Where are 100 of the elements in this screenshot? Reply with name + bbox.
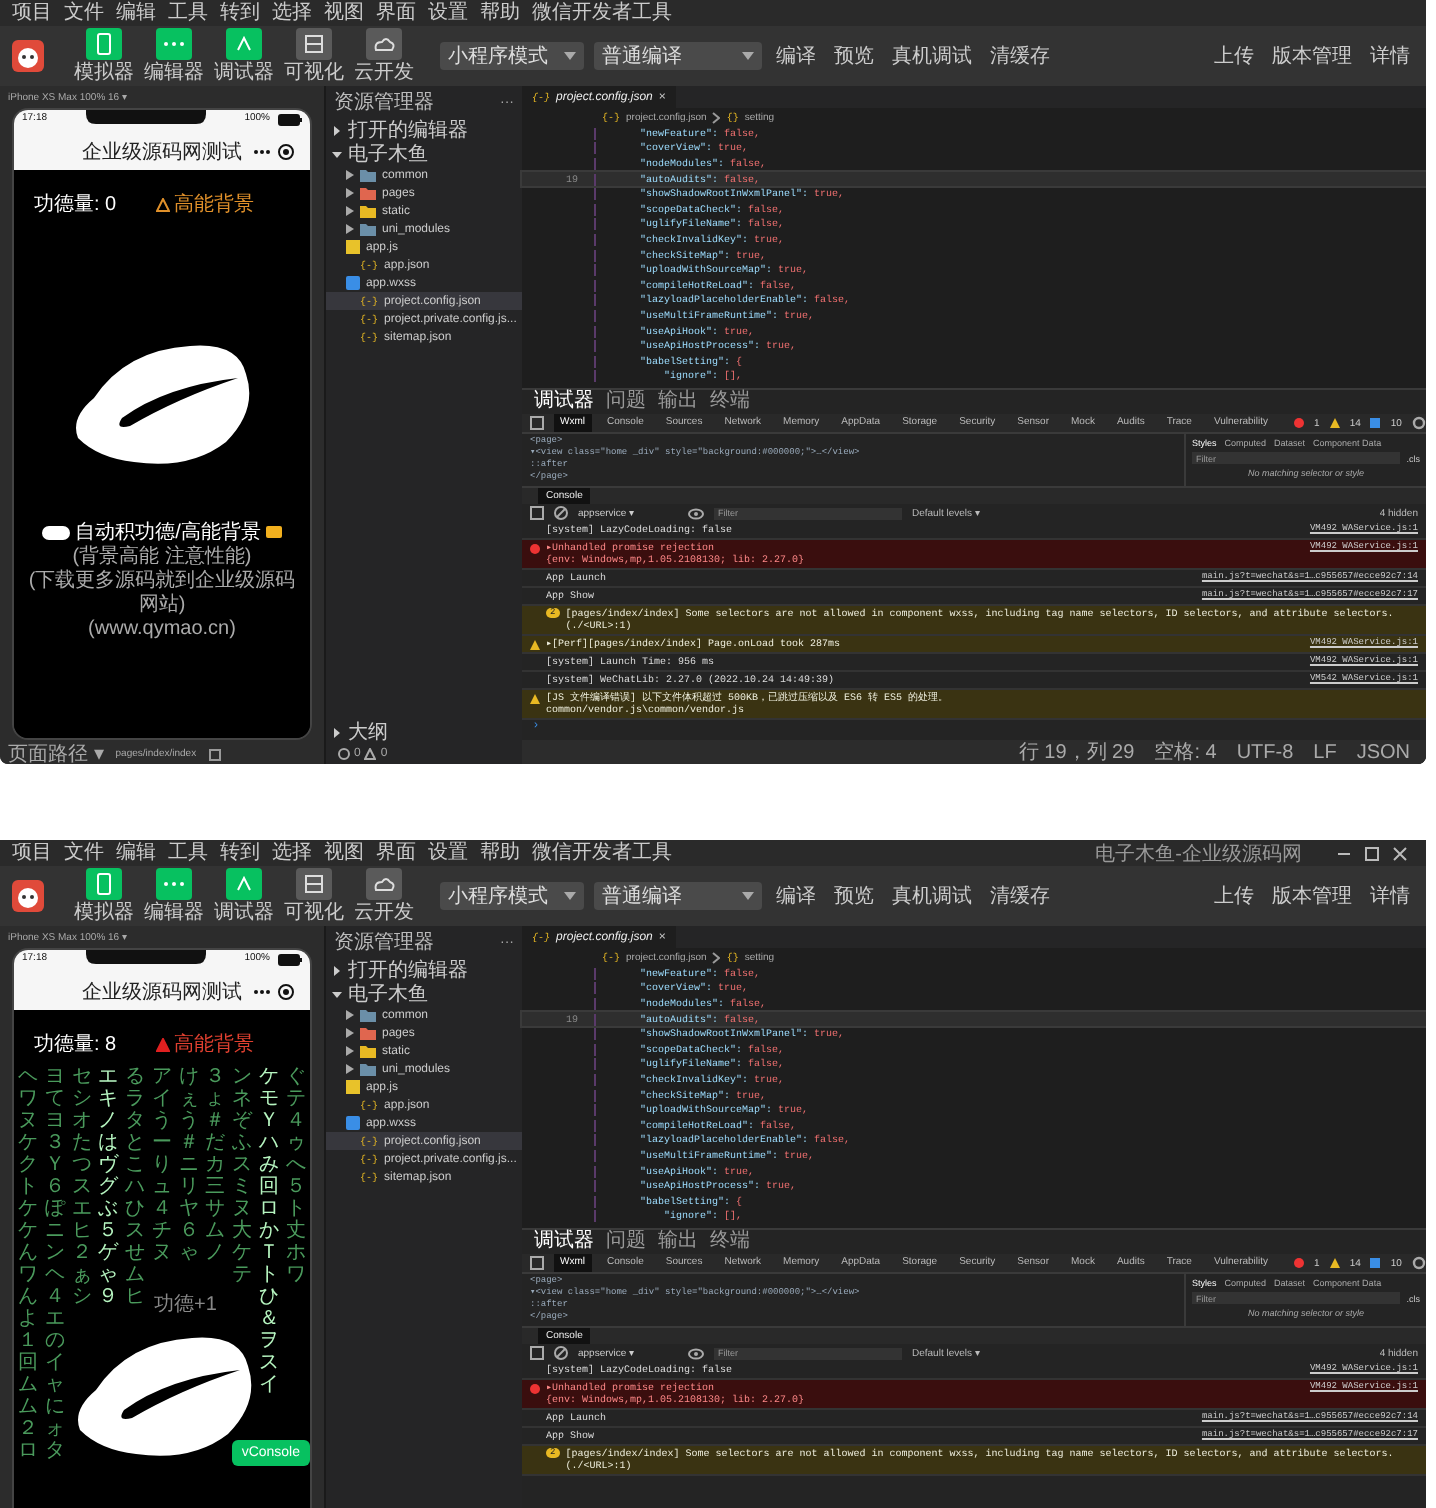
toolbar-button[interactable]: 真机调试 (888, 42, 976, 70)
toolbar-button[interactable]: 版本管理 (1268, 42, 1356, 70)
clear-icon[interactable] (554, 1346, 568, 1361)
mode-dropdown[interactable]: 小程序模式 (440, 42, 584, 70)
page-path-selector[interactable]: 页面路径 ▾ (8, 740, 104, 764)
toolbar-button[interactable]: 云开发 (354, 868, 414, 924)
panel-tab[interactable]: 终端 (710, 390, 750, 415)
toolbar-button[interactable]: 预览 (830, 42, 878, 70)
section-header[interactable]: 电子木鱼 (326, 982, 522, 1006)
toolbar-button[interactable]: 可视化 (284, 868, 344, 924)
eye-icon[interactable] (688, 507, 704, 520)
toolbar-button[interactable]: 可视化 (284, 28, 344, 84)
menu-item[interactable]: 文件 (64, 840, 104, 866)
menu-item[interactable]: 工具 (168, 0, 208, 26)
caption: 自动积功德/高能背景 (75, 519, 261, 545)
notch-icon (85, 950, 206, 964)
toolbar-button[interactable]: 编辑器 (144, 868, 204, 924)
menu-item[interactable]: 视图 (324, 840, 364, 866)
toolbar-button[interactable]: 编译 (772, 42, 820, 70)
js-file-icon (346, 1080, 360, 1094)
panel-tab[interactable]: 输出 (658, 390, 698, 415)
status-item[interactable]: JSON (1356, 741, 1410, 763)
menu-item[interactable]: 文件 (64, 0, 104, 26)
background-button[interactable]: 高能背景 (156, 1030, 255, 1058)
toolbar-button[interactable]: 详情 (1366, 882, 1414, 910)
settings-icon[interactable] (1411, 1256, 1426, 1271)
toolbar-button[interactable]: 上传 (1210, 882, 1258, 910)
compile-dropdown[interactable]: 普通编译 (594, 42, 762, 70)
toolbar-button[interactable]: 预览 (830, 882, 878, 910)
menu-item[interactable]: 设置 (428, 0, 468, 26)
toolbar-button[interactable]: 清缓存 (986, 42, 1054, 70)
menu-item[interactable]: 转到 (220, 840, 260, 866)
toolbar-button[interactable]: 版本管理 (1268, 882, 1356, 910)
eye-icon[interactable] (688, 1347, 704, 1360)
cloud-icon (366, 868, 402, 900)
merit-counter: 功德量: 8 (34, 1031, 117, 1058)
toolbar-button[interactable]: 编译 (772, 882, 820, 910)
section-header[interactable]: 打开的编辑器 (326, 118, 522, 142)
error-dot-icon (1294, 1258, 1305, 1269)
status-item[interactable]: 空格: 4 (1154, 738, 1217, 764)
toolbar-button[interactable]: 模拟器 (74, 868, 134, 924)
menu-item[interactable]: 帮助 (480, 0, 520, 26)
menu-item[interactable]: 选择 (272, 0, 312, 26)
sidebar-icon[interactable] (530, 1346, 544, 1361)
phone-icon (86, 28, 122, 60)
status-item[interactable]: UTF-8 (1236, 741, 1294, 763)
panel-tab[interactable]: 终端 (710, 1230, 750, 1255)
toggle-switch-icon[interactable] (41, 525, 70, 539)
menu-item[interactable]: 界面 (376, 0, 416, 26)
toolbar-button[interactable]: 真机调试 (888, 882, 976, 910)
status-item[interactable]: 行 19，列 29 (1018, 738, 1135, 764)
error-dot-icon (1294, 418, 1305, 429)
clear-icon[interactable] (554, 506, 568, 521)
sidebar-icon[interactable] (530, 506, 544, 521)
section-header[interactable]: 电子木鱼 (326, 142, 522, 166)
menu-item[interactable]: 转到 (220, 0, 260, 26)
chevron-right-icon (712, 951, 721, 963)
menu-item[interactable]: 编辑 (116, 840, 156, 866)
page-title: 企业级源码网测试 (82, 139, 242, 165)
toolbar-button[interactable]: 调试器 (214, 28, 274, 84)
info-icon (1370, 1258, 1381, 1269)
menu-item[interactable]: 编辑 (116, 0, 156, 26)
menu-item[interactable]: 选择 (272, 840, 312, 866)
wxss-file-icon (346, 1116, 360, 1130)
caret-icon (742, 50, 754, 62)
menu-item[interactable]: 项目 (12, 840, 52, 866)
panel-tab[interactable]: 输出 (658, 1230, 698, 1255)
menu-item[interactable]: 工具 (168, 840, 208, 866)
copy-icon[interactable] (208, 747, 223, 761)
compile-dropdown[interactable]: 普通编译 (594, 882, 762, 910)
warning-icon (530, 694, 540, 705)
toolbar-button[interactable]: 云开发 (354, 28, 414, 84)
toolbar-button[interactable]: 编辑器 (144, 28, 204, 84)
background-button[interactable]: 高能背景 (156, 190, 255, 218)
falling-characters: ヘワヌケクトケケんワんよ１回ムム２ロ (18, 1066, 38, 1462)
falling-characters: アイうーりュ４チヌ (151, 1066, 172, 1264)
settings-icon[interactable] (1411, 416, 1426, 431)
mode-dropdown[interactable]: 小程序模式 (440, 882, 584, 910)
panel-tab[interactable]: 问题 (606, 1230, 646, 1255)
menu-item[interactable]: 视图 (324, 0, 364, 26)
section-header[interactable]: 大纲 (326, 720, 522, 744)
toolbar-button[interactable]: 清缓存 (986, 882, 1054, 910)
menu-item[interactable]: 微信开发者工具 (532, 0, 672, 26)
grid-icon (296, 28, 332, 60)
menu-item[interactable]: 项目 (12, 0, 52, 26)
toolbar-button[interactable]: 模拟器 (74, 28, 134, 84)
menu-item[interactable]: 微信开发者工具 (532, 840, 672, 866)
toolbar-button[interactable]: 详情 (1366, 42, 1414, 70)
menu-item[interactable]: 界面 (376, 840, 416, 866)
falling-characters: るラタとこハひスせムヒ (125, 1066, 146, 1308)
toolbar-button[interactable]: 上传 (1210, 42, 1258, 70)
toolbar-button[interactable]: 调试器 (214, 868, 274, 924)
menu-item[interactable]: 帮助 (480, 840, 520, 866)
panel-title: 资源管理器 (334, 90, 434, 116)
panel-tab[interactable]: 问题 (606, 390, 646, 415)
menu-item[interactable]: 设置 (428, 840, 468, 866)
status-item[interactable]: LF (1313, 741, 1337, 763)
section-header[interactable]: 打开的编辑器 (326, 958, 522, 982)
inspect-icon[interactable] (530, 416, 544, 431)
inspect-icon[interactable] (530, 1256, 544, 1271)
